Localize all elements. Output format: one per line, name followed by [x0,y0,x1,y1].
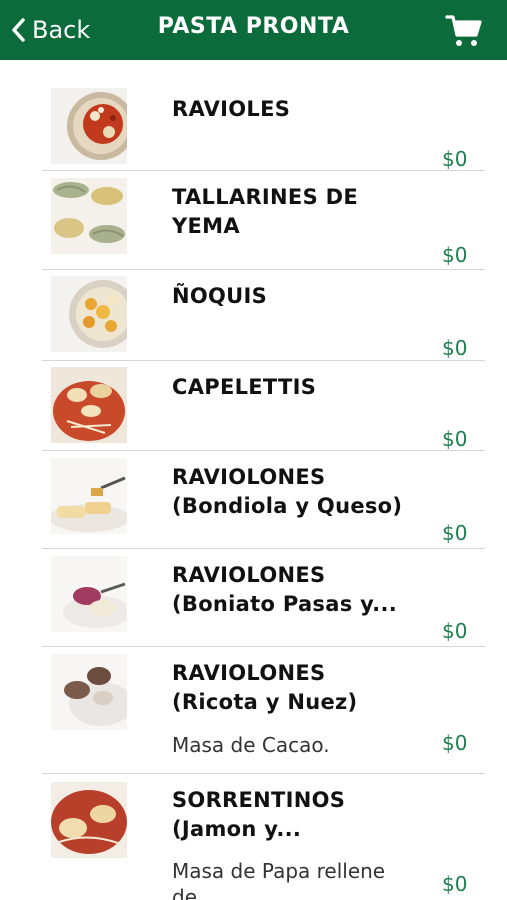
item-price: $0 [442,427,468,451]
ravioles-photo [51,88,127,164]
list-item[interactable]: RAVIOLONES (Bondiola y Queso) $0 [0,451,507,548]
cart-button[interactable] [444,13,484,49]
raviolones-ricota-photo [51,654,127,730]
item-price: $0 [442,872,468,896]
item-name: SORRENTINOS (Jamon y... [172,788,346,841]
item-name: ÑOQUIS [172,284,268,308]
back-button[interactable]: Back [10,12,90,48]
item-description: Masa de Papa rellene de... [172,859,386,900]
raviolones-bondiola-photo [51,458,127,534]
noquis-photo [51,276,127,352]
item-price: $0 [442,619,468,643]
item-name: TALLARINES DE YEMA [172,185,358,238]
back-label: Back [32,16,91,44]
item-name: RAVIOLES [172,97,291,121]
list-item[interactable]: SORRENTINOS (Jamon y... Masa de Papa rel… [0,774,507,900]
chevron-left-icon [12,18,25,42]
item-price: $0 [442,731,468,755]
item-price: $0 [442,521,468,545]
item-price: $0 [442,336,468,360]
list-item[interactable]: RAVIOLONES (Ricota y Nuez) Masa de Cacao… [0,647,507,773]
item-description: Masa de Cacao. [172,733,330,757]
list-item[interactable]: RAVIOLES $0 [0,85,507,171]
raviolones-boniato-photo [51,556,127,632]
app-header: Back PASTA PRONTA [0,0,507,60]
item-price: $0 [442,147,468,171]
list-item[interactable]: TALLARINES DE YEMA $0 [0,171,507,269]
item-name: RAVIOLONES (Ricota y Nuez) [172,661,358,714]
list-item[interactable]: RAVIOLONES (Boniato Pasas y... $0 [0,549,507,646]
product-list: RAVIOLES $0 TALLARINES DE YEMA $0 ÑOQUIS… [0,60,507,900]
list-item[interactable]: CAPELETTIS $0 [0,361,507,451]
list-item[interactable]: ÑOQUIS $0 [0,270,507,360]
item-name: RAVIOLONES (Bondiola y Queso) [172,465,403,518]
tallarines-photo [51,178,127,254]
shopping-cart-icon [445,15,482,46]
item-name: RAVIOLONES (Boniato Pasas y... [172,563,398,616]
sorrentinos-photo [51,782,127,858]
item-name: CAPELETTIS [172,375,317,399]
item-price: $0 [442,243,468,267]
capelettis-photo [51,367,127,443]
